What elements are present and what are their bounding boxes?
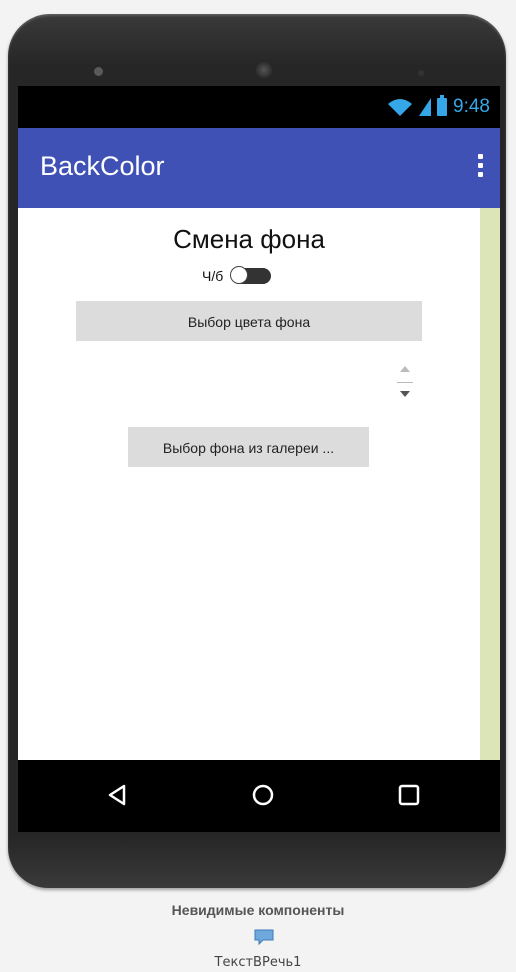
color-spinner[interactable] bbox=[396, 362, 414, 406]
screen-content: Смена фона Ч/б Выбор цвета фона Выбор фо… bbox=[18, 208, 480, 760]
scroll-strip[interactable] bbox=[480, 208, 500, 760]
invisible-components-title: Невидимые компоненты bbox=[171, 902, 345, 918]
proximity-sensor bbox=[418, 70, 424, 76]
bw-switch-label: Ч/б bbox=[202, 268, 224, 284]
status-time: 9:48 bbox=[453, 96, 490, 117]
signal-icon bbox=[419, 98, 432, 116]
app-bar: BackColor bbox=[18, 128, 500, 208]
wifi-icon bbox=[388, 99, 413, 116]
back-icon[interactable] bbox=[102, 780, 132, 810]
phone-screen: 9:48 BackColor Смена фона Ч/б Выбор цвет… bbox=[18, 86, 500, 760]
page-title: Смена фона bbox=[173, 224, 325, 254]
phone-frame: 9:48 BackColor Смена фона Ч/б Выбор цвет… bbox=[8, 14, 506, 888]
tts-component-label[interactable]: ТекстВРечь1 bbox=[0, 955, 516, 970]
more-vert-icon[interactable] bbox=[476, 154, 484, 180]
front-sensor-dot bbox=[94, 67, 103, 76]
navigation-bar bbox=[18, 760, 500, 832]
spinner-up-icon bbox=[400, 366, 410, 372]
recents-icon[interactable] bbox=[394, 780, 424, 810]
status-bar: 9:48 bbox=[18, 86, 500, 128]
battery-icon bbox=[437, 95, 448, 116]
choose-bg-from-gallery-button[interactable]: Выбор фона из галереи ... bbox=[128, 427, 369, 467]
speech-bubble-icon[interactable] bbox=[253, 928, 275, 946]
spinner-divider bbox=[397, 382, 413, 383]
spinner-down-icon bbox=[400, 391, 410, 397]
choose-bg-color-button[interactable]: Выбор цвета фона bbox=[76, 301, 422, 341]
front-camera bbox=[256, 62, 272, 78]
home-icon[interactable] bbox=[248, 780, 278, 810]
bw-toggle-switch[interactable] bbox=[230, 266, 272, 284]
bw-switch-row: Ч/б bbox=[202, 266, 272, 284]
app-title: BackColor bbox=[40, 151, 165, 181]
